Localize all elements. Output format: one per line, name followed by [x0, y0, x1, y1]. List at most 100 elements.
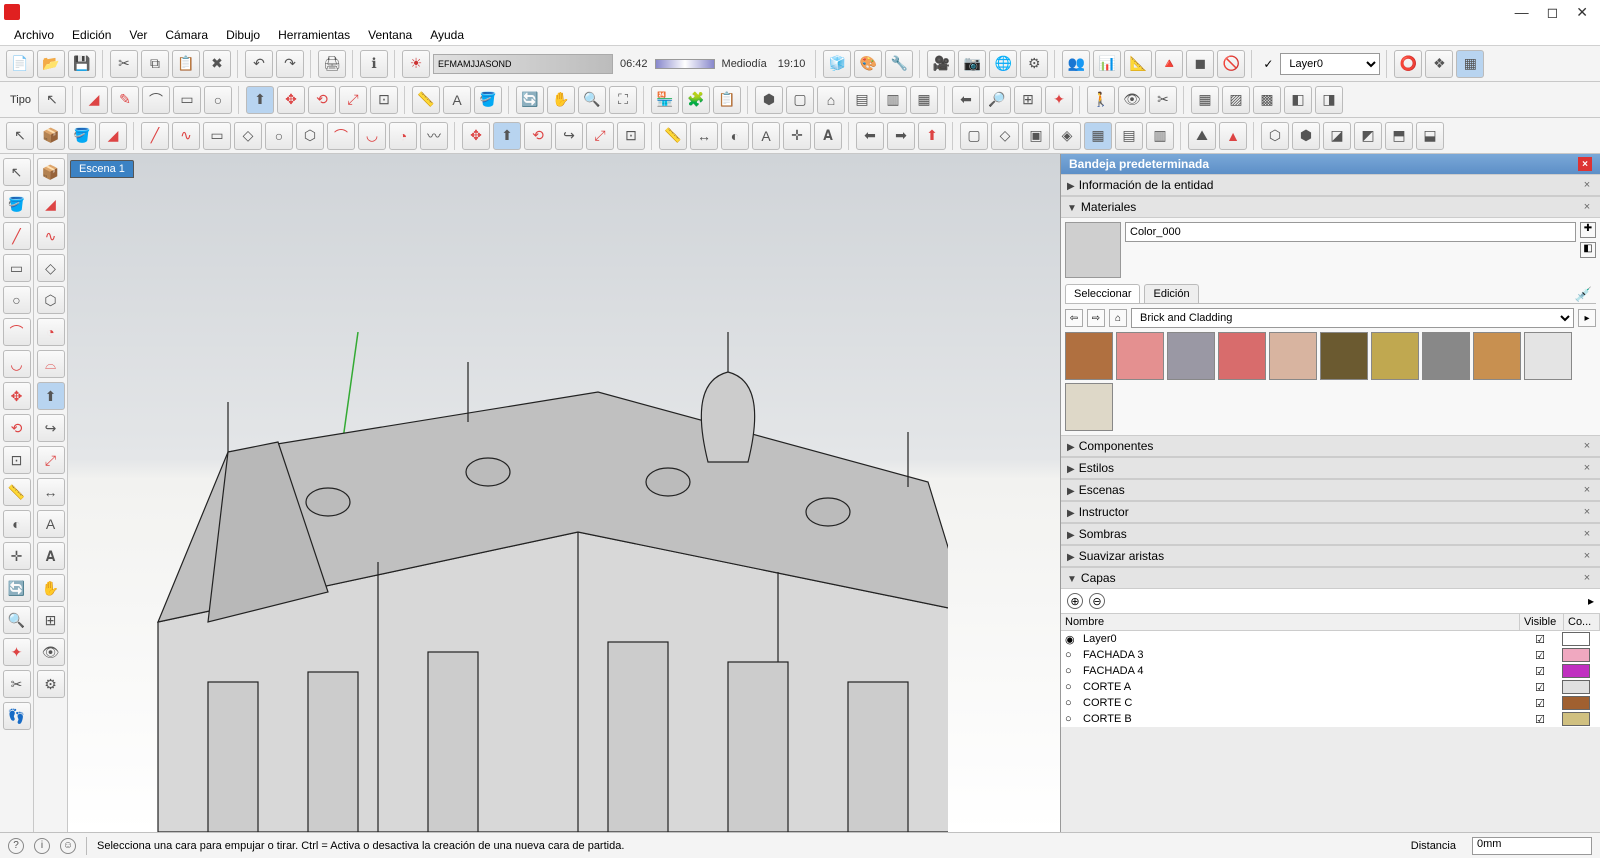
view-back-button[interactable]: ▥	[879, 86, 907, 114]
pushpull2-tool[interactable]: ⬆	[493, 122, 521, 150]
move-tool[interactable]: ✥	[277, 86, 305, 114]
time-slider[interactable]	[655, 59, 715, 69]
warehouse-button[interactable]: 🏪	[651, 86, 679, 114]
nav-back-button[interactable]: ⬅	[856, 122, 884, 150]
layer-row[interactable]: ○ CORTE A ☑	[1061, 679, 1600, 695]
cut-button[interactable]: ✂	[110, 50, 138, 78]
layout-button[interactable]: 📋	[713, 86, 741, 114]
extension-button[interactable]: 🧩	[682, 86, 710, 114]
orbit-button[interactable]: ⭕	[1394, 50, 1422, 78]
solid-5[interactable]: ⬒	[1385, 122, 1413, 150]
layer-row[interactable]: ○ CORTE C ☑	[1061, 695, 1600, 711]
layer-row[interactable]: ○ FACHADA 4 ☑	[1061, 663, 1600, 679]
view-front-button[interactable]: ⌂	[817, 86, 845, 114]
vt-arc[interactable]: ⌒	[3, 318, 31, 346]
style-hidden-icon[interactable]: ▩	[1253, 86, 1281, 114]
vt-circle[interactable]: ○	[3, 286, 31, 314]
material-preview[interactable]	[1065, 222, 1121, 278]
solid-1[interactable]: ⬡	[1261, 122, 1289, 150]
freehand-tool[interactable]: ∿	[172, 122, 200, 150]
panel-scenes[interactable]: ▶Escenas×	[1061, 479, 1600, 501]
sandbox-2[interactable]: ▲	[1219, 122, 1247, 150]
vt2-pushpull[interactable]: ⬆	[37, 382, 65, 410]
arc3-tool[interactable]: ◡	[358, 122, 386, 150]
vt-move[interactable]: ✥	[3, 382, 31, 410]
look-button[interactable]: 👁	[1118, 86, 1146, 114]
material-swatch[interactable]	[1167, 332, 1215, 380]
shadow-slider[interactable]: EFMAMJJASOND	[433, 54, 613, 74]
mat-back-button[interactable]: ⇦	[1065, 309, 1083, 327]
menu-ver[interactable]: Ver	[121, 26, 155, 44]
panel-close-icon[interactable]: ×	[1580, 505, 1594, 519]
style-shaded-icon[interactable]: ◧	[1284, 86, 1312, 114]
solid-2[interactable]: ⬢	[1292, 122, 1320, 150]
vt2-pie[interactable]: ◔	[37, 318, 65, 346]
vt-offset[interactable]: ⊡	[3, 446, 31, 474]
iso-button[interactable]: ❖	[1425, 50, 1453, 78]
copy-button[interactable]: ⧉	[141, 50, 169, 78]
select2-tool[interactable]: ↖	[6, 122, 34, 150]
plugin-button-5[interactable]: 📷	[958, 50, 986, 78]
vt-protractor[interactable]: ◐	[3, 510, 31, 538]
offset-tool[interactable]: ⊡	[370, 86, 398, 114]
layer-selector[interactable]: Layer0	[1280, 53, 1380, 75]
vt-rotate[interactable]: ⟲	[3, 414, 31, 442]
vt2-zoomwin[interactable]: ⊞	[37, 606, 65, 634]
material-swatch[interactable]	[1473, 332, 1521, 380]
tape2-tool[interactable]: 📏	[659, 122, 687, 150]
sandbox-1[interactable]: ⛰	[1188, 122, 1216, 150]
panel-instructor[interactable]: ▶Instructor×	[1061, 501, 1600, 523]
style-mono-icon[interactable]: ◨	[1315, 86, 1343, 114]
scene-tab[interactable]: Escena 1	[70, 160, 134, 178]
paint2-tool[interactable]: 🪣	[68, 122, 96, 150]
plugin-button-12[interactable]: ◼	[1186, 50, 1214, 78]
vt2-text[interactable]: A	[37, 510, 65, 538]
solid-3[interactable]: ◪	[1323, 122, 1351, 150]
save-button[interactable]: 💾	[68, 50, 96, 78]
pan-tool[interactable]: ✋	[547, 86, 575, 114]
tape-tool[interactable]: 📏	[412, 86, 440, 114]
mat-home-button[interactable]: ⌂	[1109, 309, 1127, 327]
plugin-button-7[interactable]: ⚙	[1020, 50, 1048, 78]
arc2-tool[interactable]: ⌒	[327, 122, 355, 150]
vt-position[interactable]: ✦	[3, 638, 31, 666]
camera-zoom-button[interactable]: 🔎	[983, 86, 1011, 114]
face-style-5[interactable]: ▦	[1084, 122, 1112, 150]
vt-select[interactable]: ↖	[3, 158, 31, 186]
panel-close-icon[interactable]: ×	[1580, 571, 1594, 585]
scale-tool[interactable]: ⤢	[339, 86, 367, 114]
tray-close-icon[interactable]: ×	[1578, 157, 1592, 171]
polygon-tool[interactable]: ⬡	[296, 122, 324, 150]
eyedropper-icon[interactable]: 💉	[1571, 286, 1596, 303]
vt2-rotrect[interactable]: ◇	[37, 254, 65, 282]
paint-tool[interactable]: 🪣	[474, 86, 502, 114]
eraser-tool[interactable]: ◢	[80, 86, 108, 114]
orbit-tool[interactable]: 🔄	[516, 86, 544, 114]
mat-menu-button[interactable]: ▸	[1578, 309, 1596, 327]
panel-close-icon[interactable]: ×	[1580, 527, 1594, 541]
solid-4[interactable]: ◩	[1354, 122, 1382, 150]
camera-window-button[interactable]: ⊞	[1014, 86, 1042, 114]
material-swatch[interactable]	[1524, 332, 1572, 380]
default-material-icon[interactable]: ◧	[1580, 242, 1596, 258]
plugin-button-1[interactable]: 🧊	[823, 50, 851, 78]
face-style-7[interactable]: ▥	[1146, 122, 1174, 150]
face-style-1[interactable]: ▢	[960, 122, 988, 150]
plugin-button-4[interactable]: 🎥	[927, 50, 955, 78]
material-swatch[interactable]	[1371, 332, 1419, 380]
maximize-button[interactable]: ◻	[1547, 4, 1559, 21]
text2-tool[interactable]: A	[752, 122, 780, 150]
line-tool[interactable]: ✎	[111, 86, 139, 114]
close-button[interactable]: ✕	[1576, 4, 1588, 21]
plugin-button-8[interactable]: 👥	[1062, 50, 1090, 78]
material-swatch[interactable]	[1269, 332, 1317, 380]
scale2-tool[interactable]: ⤢	[586, 122, 614, 150]
material-swatch[interactable]	[1422, 332, 1470, 380]
tray-title[interactable]: Bandeja predeterminada ×	[1061, 154, 1600, 174]
model-info-button[interactable]: ℹ	[360, 50, 388, 78]
menu-ayuda[interactable]: Ayuda	[422, 26, 472, 44]
vt-orbit[interactable]: 🔄	[3, 574, 31, 602]
panel-close-icon[interactable]: ×	[1580, 200, 1594, 214]
layer-row[interactable]: ○ CORTE B ☑	[1061, 711, 1600, 727]
materials-tab-select[interactable]: Seleccionar	[1065, 284, 1140, 303]
